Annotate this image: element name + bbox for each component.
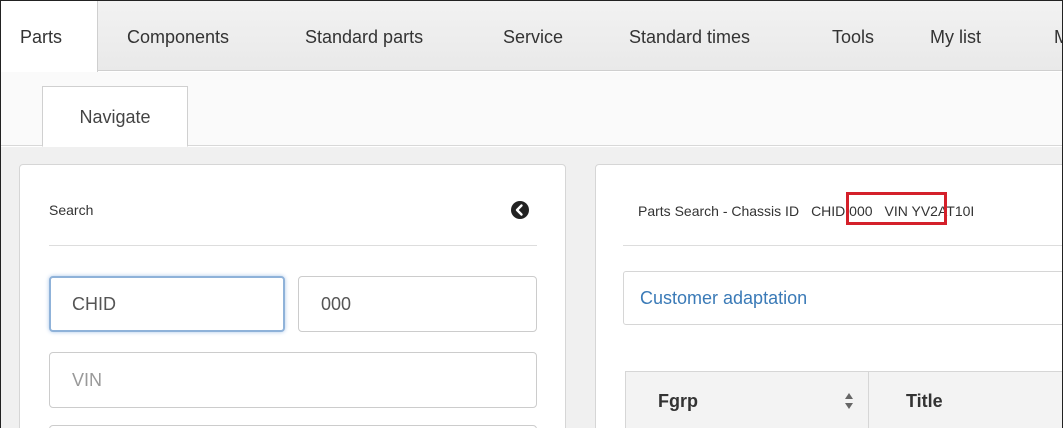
results-divider (623, 245, 1062, 246)
tab-navigate[interactable]: Navigate (42, 86, 188, 147)
tab-standard-parts[interactable]: Standard parts (305, 1, 423, 71)
chassis-id-highlight (846, 192, 947, 225)
tab-service[interactable]: Service (503, 1, 563, 71)
circle-chevron-left-icon[interactable] (510, 200, 530, 220)
tab-my-list[interactable]: My list (930, 1, 981, 71)
tab-components[interactable]: Components (127, 1, 229, 71)
results-title-prefix: Parts Search - Chassis ID (638, 203, 800, 219)
customer-adaptation-link[interactable]: Customer adaptation (623, 271, 1062, 325)
column-separator (868, 372, 869, 428)
chassis-number-input[interactable]: 000 (298, 276, 537, 332)
sort-icon[interactable] (844, 392, 854, 410)
results-table-header: Fgrp Title (625, 371, 1062, 428)
search-divider (49, 245, 537, 246)
chassis-series-input[interactable]: CHID (49, 276, 285, 332)
column-header-title[interactable]: Title (906, 372, 943, 428)
tab-standard-times[interactable]: Standard times (629, 1, 750, 71)
vin-input[interactable]: VIN (49, 352, 537, 408)
tab-parts[interactable]: Parts (1, 1, 98, 72)
tab-more[interactable]: M (1054, 1, 1062, 71)
app-frame: Parts Components Standard parts Service … (0, 0, 1063, 428)
search-panel-title: Search (49, 202, 94, 218)
tab-tools[interactable]: Tools (832, 1, 874, 71)
column-header-fgrp[interactable]: Fgrp (658, 372, 698, 428)
